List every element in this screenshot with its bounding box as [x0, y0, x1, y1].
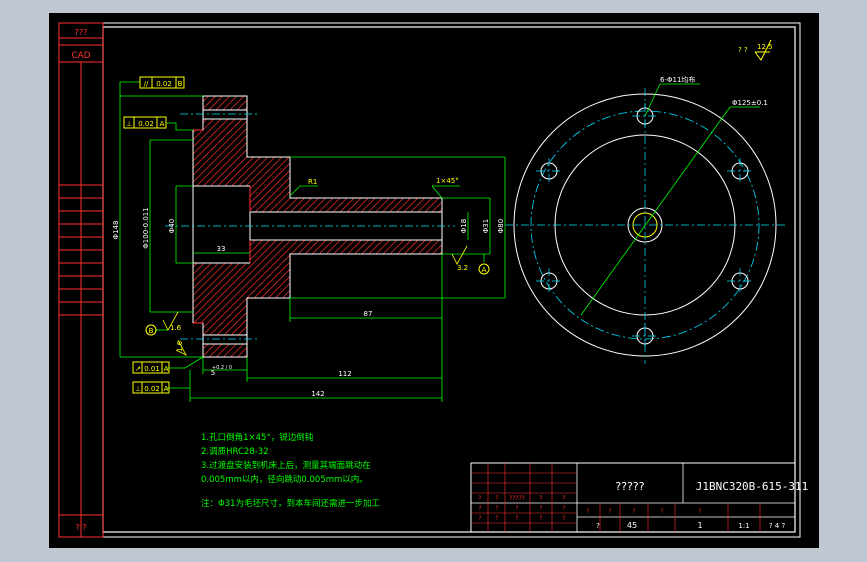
- svg-text:?: ?: [698, 508, 701, 515]
- roughness-1-6: 1.6: [170, 324, 182, 332]
- svg-text:?: ?: [478, 495, 481, 502]
- dim-d148: Φ148: [112, 221, 120, 240]
- dim-142: 142: [311, 390, 324, 398]
- holes-label: 6-Φ11均布: [660, 75, 695, 84]
- cad-label: CAD: [71, 51, 90, 61]
- svg-text:?: ?: [539, 505, 542, 512]
- material: 45: [627, 521, 637, 530]
- svg-text:⊥: ⊥: [126, 120, 132, 128]
- dim-87: 87: [364, 310, 373, 318]
- svg-text://: //: [144, 80, 149, 88]
- dim-33: 33: [217, 245, 226, 253]
- svg-text:?: ?: [495, 515, 498, 522]
- svg-text:?: ?: [515, 515, 518, 522]
- svg-text:0.02: 0.02: [156, 80, 172, 88]
- svg-text:?: ?: [586, 508, 589, 515]
- svg-text:?????: ?????: [509, 495, 525, 502]
- roughness-value: 12.5: [757, 43, 773, 51]
- drawing-number: J1BNC320B-615-311: [696, 480, 809, 493]
- svg-text:0.02: 0.02: [144, 385, 160, 393]
- svg-text:B: B: [178, 80, 183, 88]
- pcd-label: Φ125±0.1: [732, 99, 768, 107]
- part-name: ?????: [615, 480, 644, 493]
- roughness-prefix: ? ?: [738, 46, 748, 54]
- svg-text:?: ?: [660, 508, 663, 515]
- svg-text:0.02: 0.02: [138, 120, 154, 128]
- svg-text:?: ?: [478, 505, 481, 512]
- svg-text:?: ?: [562, 495, 565, 502]
- svg-text:?: ?: [539, 495, 542, 502]
- svg-text:?: ?: [539, 515, 542, 522]
- svg-text:?: ?: [495, 505, 498, 512]
- svg-text:?: ?: [562, 515, 565, 522]
- svg-text:A: A: [160, 120, 165, 128]
- dim-tol-small: +0.2 / 0: [212, 365, 232, 371]
- svg-text:⊥: ⊥: [135, 385, 141, 393]
- qty-mark: ?: [596, 522, 600, 530]
- svg-text:A: A: [164, 365, 169, 373]
- svg-text:↗: ↗: [135, 365, 141, 373]
- svg-text:?: ?: [515, 505, 518, 512]
- dim-d18: Φ18: [460, 219, 468, 233]
- svg-text:?: ?: [608, 508, 611, 515]
- datum-a: A: [482, 266, 487, 274]
- svg-text:?: ?: [632, 508, 635, 515]
- dim-chamfer: 1×45°: [436, 177, 459, 185]
- dim-d31: Φ31: [482, 219, 490, 233]
- dim-r1: R1: [308, 178, 317, 186]
- svg-text:?: ?: [478, 515, 481, 522]
- note-2: 2.调质HRC28-32: [201, 446, 269, 457]
- dim-d80: Φ80: [497, 219, 505, 233]
- cad-drawing-window: ??? CAD ? ? ? ? 12.5 // 0.02 B ⊥ 0.02 A …: [0, 0, 867, 562]
- datum-b: B: [149, 327, 154, 335]
- strip-bottom-mark: ? ?: [75, 523, 86, 532]
- svg-text:0.01: 0.01: [144, 365, 160, 373]
- dim-112: 112: [338, 370, 351, 378]
- dim-d100: Φ100-0.011: [142, 207, 150, 248]
- page-count: ? 4 ?: [769, 522, 786, 530]
- note-5: 注：Φ31为毛坯尺寸，到本车间还需进一步加工: [201, 498, 381, 509]
- roughness-3-2: 3.2: [457, 264, 468, 272]
- quantity: 1: [697, 521, 702, 530]
- note-1: 1.孔口倒角1×45°，锐边倒钝: [201, 432, 314, 443]
- scale: 1:1: [738, 522, 749, 530]
- note-4: 0.005mm以内，径向跳动0.005mm以内。: [201, 474, 368, 485]
- strip-top-mark: ???: [75, 28, 88, 37]
- drawing-canvas: [49, 13, 819, 548]
- svg-text:A: A: [164, 385, 169, 393]
- svg-text:?: ?: [562, 505, 565, 512]
- note-3: 3.过渡盘安装到机床上后，测量其端面跳动在: [201, 460, 371, 471]
- svg-text:?: ?: [495, 495, 498, 502]
- dim-d40: Φ40: [168, 219, 176, 233]
